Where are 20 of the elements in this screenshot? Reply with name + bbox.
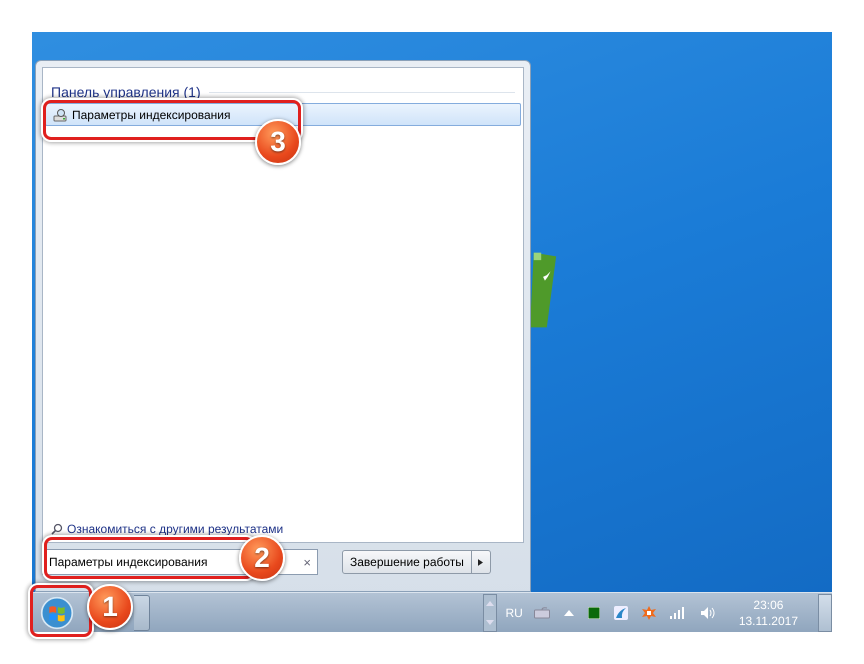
show-hidden-icons-button[interactable] [564,610,574,616]
more-results-link[interactable]: Ознакомиться с другими результатами [67,522,284,536]
show-desktop-button[interactable] [818,594,832,632]
arrow-right-icon [478,558,484,566]
search-result[interactable]: Параметры индексирования [45,103,521,126]
taskbar-button[interactable] [134,594,150,630]
clock-time: 23:06 [753,596,784,612]
highlight-frame [30,585,92,637]
shutdown-options-button[interactable] [472,550,491,574]
clear-button[interactable]: × [303,554,311,570]
speaker-icon[interactable] [700,606,716,620]
signal-bars-icon[interactable] [670,606,686,618]
grid-icon[interactable] [588,606,600,618]
keyboard-icon[interactable] [534,606,550,618]
search-icon [51,523,63,535]
magnifier-drive-icon [53,108,67,122]
windows-logo-icon [40,596,74,630]
shutdown-button[interactable]: Завершение работы [342,550,472,574]
language-bar-scroll[interactable] [483,594,498,632]
clock-date: 13.11.2017 [738,612,798,628]
